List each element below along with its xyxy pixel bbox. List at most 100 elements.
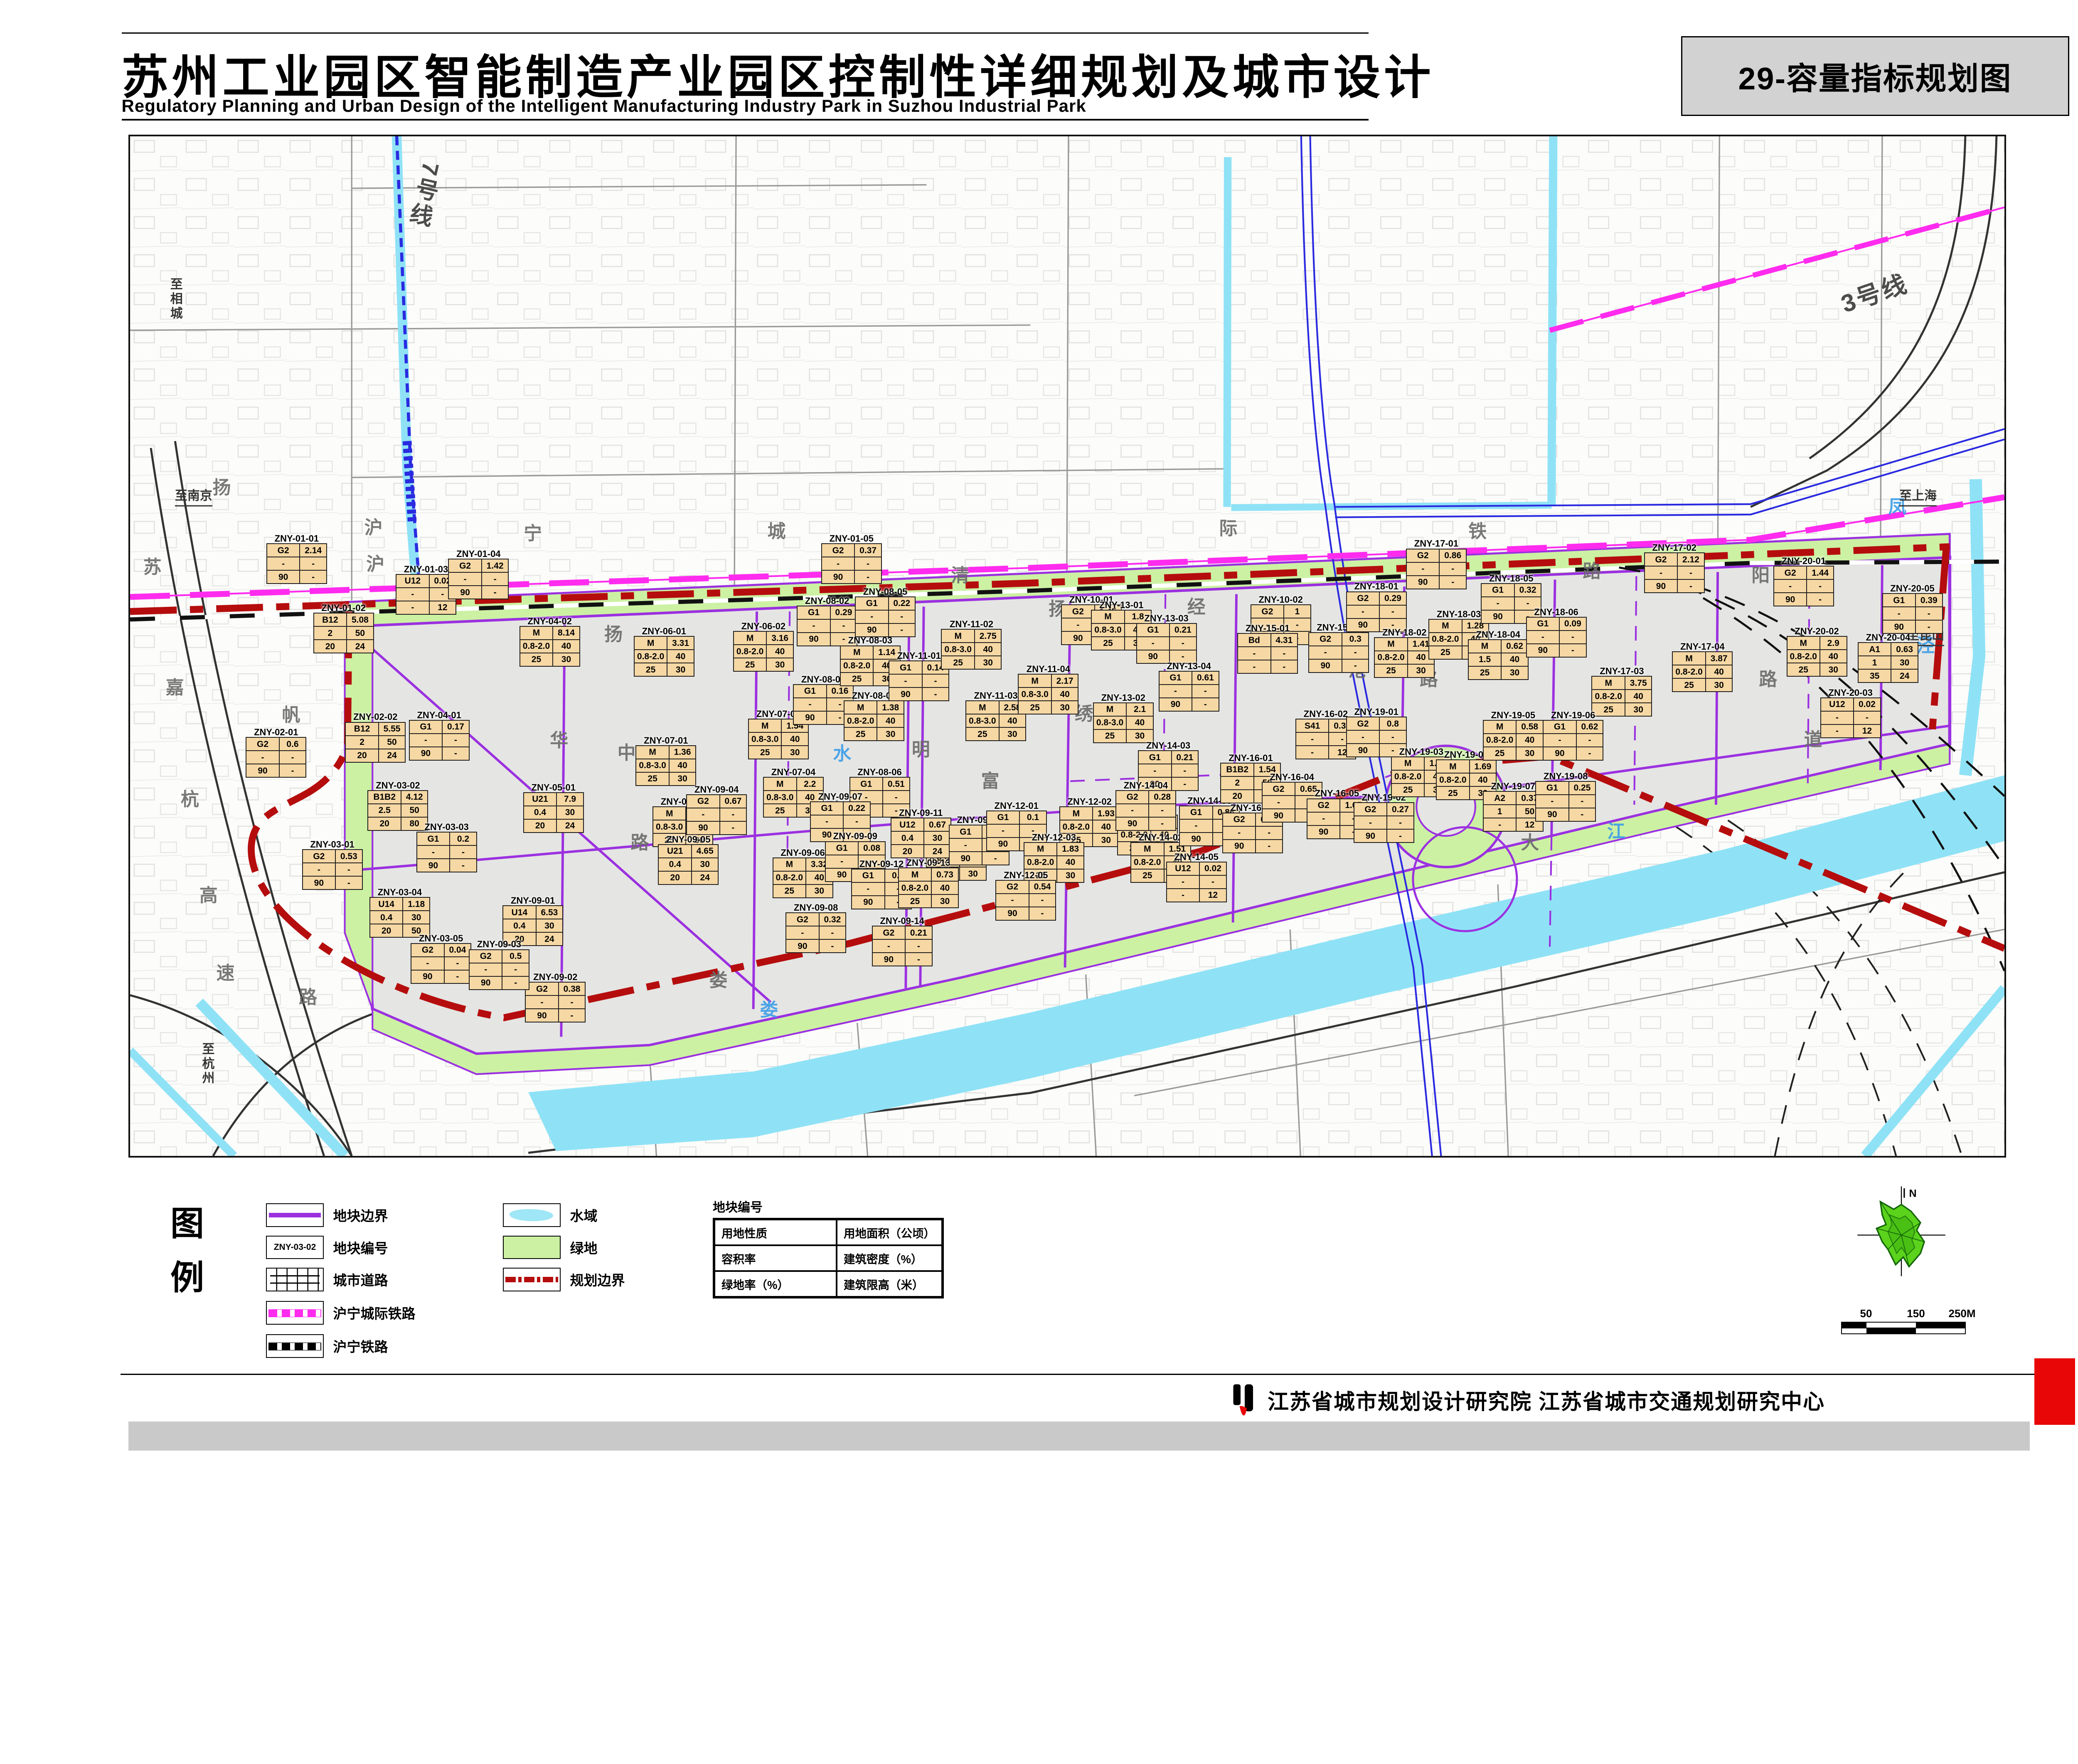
plot-indicator-table: Bd4.31 -- --	[1237, 633, 1298, 674]
plot-indicator-table: G20.6 -- 90-	[246, 737, 306, 778]
plot-label: ZNY-01-02 B125.08 250 2024	[313, 603, 374, 653]
plot-label: ZNY-19-08 G10.25 -- 90-	[1535, 771, 1596, 822]
plot-label: ZNY-20-04 A10.63 130 3524	[1858, 633, 1918, 683]
railway-swatch	[266, 1334, 324, 1358]
plot-indicator-table: G20.5 -- 90-	[469, 949, 529, 990]
plot-label: ZNY-20-03 U120.02 -- -12	[1820, 688, 1881, 738]
plot-code: ZNY-19-07	[1483, 781, 1544, 791]
plot-boundary-swatch	[266, 1203, 324, 1227]
legend-item-city-road: 城市道路	[266, 1268, 388, 1291]
plot-code: ZNY-01-05	[821, 534, 882, 543]
plot-indicator-table: G10.61 -- 90-	[1159, 671, 1219, 712]
plot-code: ZNY-20-03	[1820, 688, 1881, 697]
scale-bar: 50 150 250M	[1841, 1307, 1966, 1334]
plot-label: ZNY-01-04 G21.42 -- 90-	[448, 549, 509, 599]
plot-code: ZNY-09-06	[773, 848, 833, 857]
plot-indicator-table: M2.1 0.8-3.040 2530	[1093, 702, 1154, 743]
plot-indicator-table: G20.04 -- 90-	[411, 943, 471, 984]
plot-label: ZNY-13-03 G10.21 -- 90-	[1136, 613, 1197, 664]
legend-item-intercity-rail: 沪宁城际铁路	[266, 1301, 416, 1325]
plot-label: ZNY-09-05 U214.65 0.430 2024	[658, 835, 719, 885]
plot-label: ZNY-14-05 U120.02 -- -12	[1166, 852, 1227, 902]
plot-indicator-table: M1.38 0.8-2.040 2530	[844, 700, 904, 741]
plot-indicator-table: G20.28 -- 90-	[1115, 790, 1176, 831]
plot-indicator-table: G20.53 -- 90-	[302, 849, 363, 890]
plot-indicator-table: A10.63 130 3524	[1858, 642, 1918, 683]
plot-label: ZNY-03-05 G20.04 -- 90-	[411, 934, 471, 984]
plot-code: ZNY-18-04	[1468, 630, 1529, 639]
plot-indicator-table: G10.25 -- 90-	[1535, 781, 1596, 822]
plot-code: ZNY-11-03	[965, 691, 1026, 700]
wind-rose: N	[1854, 1183, 1949, 1278]
plot-code: ZNY-04-01	[409, 710, 470, 720]
plot-code: ZNY-01-03	[396, 564, 456, 574]
plot-label: ZNY-07-01 M1.36 0.8-3.040 2530	[635, 736, 696, 786]
plot-code: ZNY-08-06	[849, 767, 910, 777]
plot-code: ZNY-11-02	[941, 619, 1002, 629]
plot-code: ZNY-13-04	[1159, 661, 1219, 671]
plot-code: ZNY-18-06	[1526, 607, 1587, 617]
plot-label: ZNY-19-02 G20.27 -- 90-	[1354, 793, 1414, 843]
plot-code: ZNY-09-08	[785, 903, 846, 912]
institute-logo	[1230, 1383, 1257, 1417]
plot-indicator-table: G20.21 -- 90-	[872, 926, 933, 966]
plot-code-key-title: 地块编号	[713, 1197, 944, 1215]
plot-indicator-table: G20.37 -- 90-	[821, 543, 882, 584]
plot-code: ZNY-20-01	[1773, 556, 1834, 566]
plot-indicator-table: G10.62 -- 90-	[1543, 720, 1603, 761]
plot-code: ZNY-13-03	[1136, 613, 1197, 623]
plot-code: ZNY-15-01	[1237, 623, 1298, 633]
plot-label: ZNY-20-05 G10.39 -- 90-	[1882, 584, 1943, 634]
plot-code: ZNY-17-02	[1644, 543, 1705, 552]
plot-code: ZNY-08-02	[797, 596, 857, 606]
plot-label: ZNY-01-01 G22.14 -- 90-	[266, 534, 327, 584]
plot-indicator-table: G21.44 -- 90-	[1773, 566, 1834, 606]
plot-indicator-table: U120.67 0.430 2024	[891, 818, 951, 858]
plot-code: ZNY-05-01	[523, 783, 584, 792]
sheet-number-box: 29-容量指标规划图	[1681, 36, 2069, 116]
plot-code: ZNY-16-01	[1220, 753, 1281, 763]
plot-code: ZNY-09-09	[825, 831, 886, 841]
plot-indicator-table: M2.58 0.8-3.040 2530	[965, 700, 1026, 741]
plot-indicator-table: G10.17 -- 90-	[409, 720, 470, 761]
plot-label: ZNY-17-04 M3.87 0.8-2.040 2530	[1672, 642, 1733, 692]
plot-label: ZNY-08-05 G10.22 -- 90-	[855, 587, 916, 637]
plot-label: ZNY-18-04 M0.62 1.540 2530	[1468, 630, 1529, 680]
plot-indicator-table: G20.54 -- 90-	[995, 880, 1056, 921]
plot-label: ZNY-13-02 M2.1 0.8-3.040 2530	[1093, 693, 1154, 743]
plot-label: ZNY-09-11 U120.67 0.430 2024	[891, 808, 951, 858]
plot-code: ZNY-04-02	[520, 616, 580, 626]
plot-code: ZNY-03-05	[411, 934, 471, 943]
plot-code: ZNY-19-01	[1346, 707, 1407, 717]
plot-indicator-table: M3.16 0.8-2.040 2530	[733, 631, 794, 672]
plot-code: ZNY-12-01	[986, 801, 1047, 811]
plot-label: ZNY-18-06 G10.09 -- 90-	[1526, 607, 1587, 658]
plot-label: ZNY-06-02 M3.16 0.8-2.040 2530	[733, 621, 794, 672]
plot-indicator-table: M1.41 0.8-2.040 2530	[1374, 637, 1435, 678]
plot-label: ZNY-15-01 Bd4.31 -- --	[1237, 623, 1298, 674]
plot-code: ZNY-09-03	[469, 939, 529, 949]
plot-indicator-table: M3.32 0.8-2.040 2530	[773, 857, 833, 898]
footer-rule	[121, 1374, 2074, 1375]
green-swatch	[503, 1236, 561, 1259]
plot-indicator-table: M0.73 0.8-2.040 2530	[898, 867, 959, 908]
plot-code-key-table: 用地性质用地面积（公顷） 容积率建筑密度（%） 绿地率（%）建筑限高（米）	[713, 1218, 944, 1298]
plot-indicator-table: G22.14 -- 90-	[266, 543, 327, 584]
credits-text: 江苏省城市规划设计研究院 江苏省城市交通规划研究中心	[1268, 1385, 1825, 1415]
plot-code: ZNY-07-01	[635, 736, 696, 745]
plot-label: ZNY-04-02 M8.14 0.8-2.040 2530	[520, 616, 580, 667]
plot-label: ZNY-11-03 M2.58 0.8-3.040 2530	[965, 691, 1026, 741]
plot-indicator-table: G10.14 -- 90-	[889, 660, 949, 701]
plot-indicator-table: U120.02 -- -12	[1166, 862, 1227, 902]
plot-code: ZNY-18-03	[1428, 609, 1489, 619]
plot-label: ZNY-09-02 G20.38 -- 90-	[525, 972, 586, 1022]
legend-item-plot-code: ZNY-03-02 地块编号	[266, 1236, 388, 1259]
north-label: N	[1909, 1188, 1916, 1200]
plot-label: ZNY-17-02 G22.12 -- 90-	[1644, 543, 1705, 593]
plot-code: ZNY-07-04	[763, 767, 824, 777]
legend-title: 图 例	[170, 1197, 204, 1305]
plot-label: ZNY-01-03 U120.02 -- -12	[396, 564, 456, 615]
plot-code: ZNY-16-04	[1262, 772, 1322, 782]
plot-label: ZNY-11-04 M2.17 0.8-3.040 2530	[1018, 664, 1078, 714]
plot-label: ZNY-09-04 G20.67 -- 90-	[686, 785, 747, 835]
